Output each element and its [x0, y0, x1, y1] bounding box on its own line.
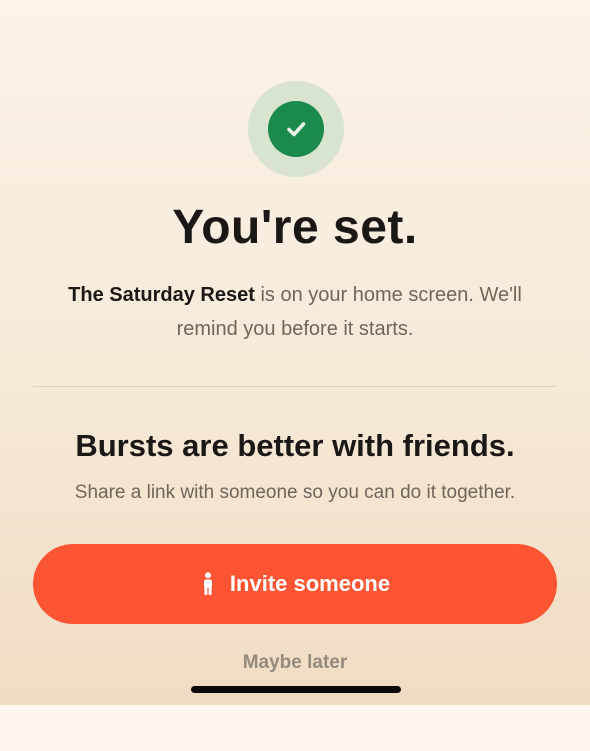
reset-name: The Saturday Reset — [68, 284, 255, 306]
share-heading: Bursts are better with friends. — [75, 428, 515, 463]
home-indicator — [191, 686, 401, 693]
success-badge — [248, 81, 344, 177]
checkmark-icon — [287, 122, 306, 137]
invite-someone-button[interactable]: Invite someone — [33, 544, 557, 624]
person-icon — [200, 572, 216, 596]
confirmation-sheet: You're set. The Saturday Reset is on you… — [0, 0, 590, 705]
section-divider — [33, 386, 557, 387]
page-title: You're set. — [172, 201, 418, 254]
success-circle — [268, 101, 324, 157]
bottom-strip — [0, 705, 590, 751]
invite-someone-label: Invite someone — [229, 571, 391, 596]
maybe-later-link[interactable]: Maybe later — [0, 652, 590, 674]
confirmation-message: The Saturday Reset is on your home scree… — [60, 278, 530, 346]
share-subtext: Share a link with someone so you can do … — [74, 482, 516, 503]
